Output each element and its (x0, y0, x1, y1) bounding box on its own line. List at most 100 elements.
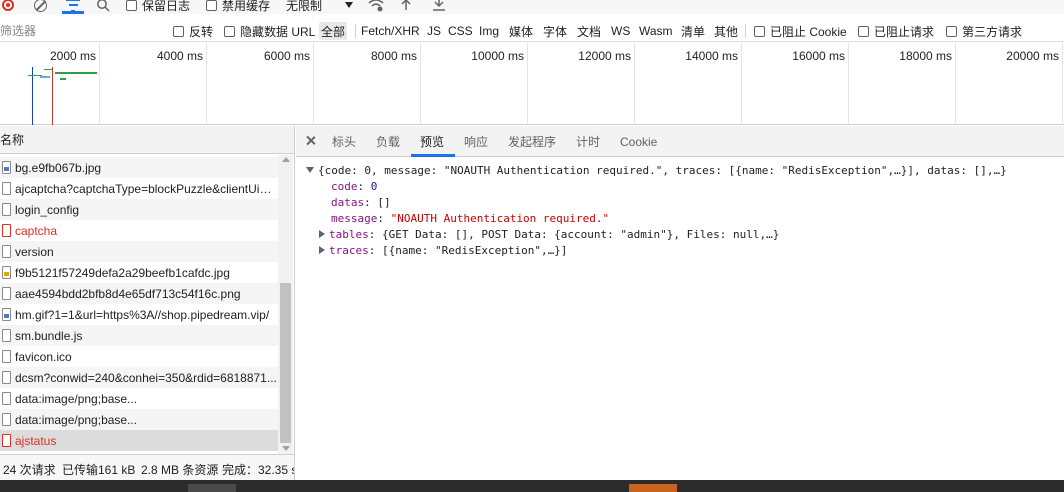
download-icon (433, 0, 445, 11)
table-row[interactable]: sm.bundle.js (0, 325, 278, 346)
request-list-scrollbar[interactable] (278, 155, 293, 454)
network-conditions-button[interactable] (368, 0, 384, 14)
third-party-checkbox[interactable]: 第三方请求 (946, 23, 1022, 39)
table-row[interactable]: ajstatus (0, 430, 278, 451)
tick-line (634, 43, 635, 125)
type-filter-fetch-xhr[interactable]: Fetch/XHR (359, 22, 422, 40)
table-row[interactable]: captcha (0, 220, 278, 241)
tick-label: 12000 ms (578, 49, 631, 63)
type-filter-manifest[interactable]: 清单 (679, 22, 707, 40)
taskbar (0, 480, 1064, 492)
timeline-overview[interactable]: 2000 ms 4000 ms 6000 ms 8000 ms 10000 ms… (0, 43, 1064, 125)
invert-label: 反转 (189, 24, 214, 39)
json-key: message (331, 212, 378, 225)
type-filter-media[interactable]: 媒体 (507, 22, 535, 40)
tick-line (741, 43, 742, 125)
tab-initiator[interactable]: 发起程序 (508, 126, 556, 157)
type-filter-ws[interactable]: WS (609, 22, 632, 40)
tab-cookies[interactable]: Cookie (620, 126, 657, 157)
image-file-icon (2, 161, 11, 174)
search-button[interactable] (96, 0, 110, 14)
json-property: message: "NOAUTH Authentication required… (331, 212, 610, 225)
type-filter-font[interactable]: 字体 (541, 22, 569, 40)
type-filter-doc[interactable]: 文档 (575, 22, 603, 40)
table-row[interactable]: favicon.ico (0, 346, 278, 367)
json-key: datas (331, 196, 365, 209)
search-icon (97, 0, 110, 12)
record-icon (2, 0, 14, 11)
tick-line (527, 43, 528, 125)
table-row[interactable]: hm.gif?1=1&url=https%3A//shop.pipedream.… (0, 304, 278, 325)
document-file-icon (2, 392, 11, 405)
request-name: aae4594bdd2bfb8d4e65df713c54f16c.png (15, 286, 241, 301)
import-har-button[interactable] (400, 0, 412, 14)
throttle-select[interactable]: 无限制 (286, 0, 322, 14)
table-row[interactable]: version (0, 241, 278, 262)
request-bar (44, 69, 52, 70)
table-row[interactable]: bg.e9fb067b.jpg (0, 157, 278, 178)
request-name: data:image/png;base... (15, 412, 138, 427)
tab-response[interactable]: 响应 (464, 126, 488, 157)
filter-input[interactable] (0, 21, 158, 41)
filter-icon (66, 0, 80, 11)
image-file-icon (2, 266, 11, 279)
checkbox-icon (858, 25, 869, 37)
taskbar-item[interactable] (188, 484, 236, 492)
collapsed-triangle-icon (319, 246, 325, 254)
name-column-label: 名称 (0, 133, 25, 147)
request-name: dcsm?conwid=240&conhei=350&rdid=6818871.… (15, 370, 277, 385)
request-count: 24 次请求 (3, 463, 56, 477)
type-filter-js[interactable]: JS (425, 22, 443, 40)
table-row[interactable]: dcsm?conwid=240&conhei=350&rdid=6818871.… (0, 367, 278, 388)
blocked-cookies-checkbox[interactable]: 已阻止 Cookie (754, 23, 847, 39)
invert-checkbox[interactable]: 反转 (173, 23, 213, 39)
wifi-settings-icon (368, 0, 384, 12)
document-file-icon (2, 371, 11, 384)
scroll-down-arrow-icon[interactable] (282, 446, 290, 451)
close-icon[interactable] (304, 134, 318, 148)
tab-timing[interactable]: 计时 (576, 126, 600, 157)
tick-line (955, 43, 956, 125)
throttle-dropdown-button[interactable] (344, 0, 354, 14)
document-file-icon (2, 245, 11, 258)
preserve-log-label: 保留日志 (142, 0, 191, 13)
table-row[interactable]: aae4594bdd2bfb8d4e65df713c54f16c.png (0, 283, 278, 304)
type-filter-img[interactable]: Img (477, 22, 501, 40)
table-row[interactable]: f9b5121f57249defa2a29beefb1cafdc.jpg (0, 262, 278, 283)
preserve-log-checkbox[interactable]: 保留日志 (126, 0, 190, 14)
disable-cache-checkbox[interactable]: 禁用缓存 (206, 0, 270, 14)
table-row[interactable]: data:image/png;base... (0, 409, 278, 430)
hide-data-urls-checkbox[interactable]: 隐藏数据 URL (224, 23, 315, 39)
checkbox-icon (173, 25, 184, 37)
table-row[interactable]: login_config (0, 199, 278, 220)
type-filter-wasm[interactable]: Wasm (637, 22, 675, 40)
scrollbar-thumb[interactable] (280, 283, 291, 443)
export-har-button[interactable] (432, 0, 446, 14)
type-filter-other[interactable]: 其他 (712, 22, 740, 40)
json-root-node[interactable]: {code: 0, message: "NOAUTH Authenticatio… (306, 163, 1007, 179)
clear-icon (34, 0, 47, 12)
tick-line (420, 43, 421, 125)
taskbar-item-active[interactable] (629, 484, 677, 492)
json-collapsed-node[interactable]: traces: [{name: "RedisException",…}] (319, 243, 567, 259)
tick-line (1062, 43, 1063, 125)
tab-headers[interactable]: 标头 (332, 126, 356, 157)
json-value: {GET Data: [], POST Data: {account: "adm… (382, 228, 780, 241)
table-row[interactable]: data:image/png;base... (0, 388, 278, 409)
tick-line (848, 43, 849, 125)
record-button[interactable] (2, 0, 14, 14)
tab-preview[interactable]: 预览 (420, 126, 444, 157)
json-collapsed-node[interactable]: tables: {GET Data: [], POST Data: {accou… (319, 227, 779, 243)
type-filter-css[interactable]: CSS (446, 22, 475, 40)
type-filter-all[interactable]: 全部 (319, 22, 348, 40)
tab-payload[interactable]: 负载 (376, 126, 400, 157)
checkbox-icon (206, 0, 217, 11)
clear-button[interactable] (34, 0, 47, 14)
checkbox-icon (224, 25, 235, 37)
scroll-up-arrow-icon[interactable] (282, 157, 290, 162)
tick-label: 10000 ms (471, 49, 524, 63)
name-column-header[interactable]: 名称 (0, 126, 294, 154)
blocked-requests-checkbox[interactable]: 已阻止请求 (858, 23, 934, 39)
third-party-label: 第三方请求 (962, 24, 1023, 39)
table-row[interactable]: ajcaptcha?captchaType=blockPuzzle&client… (0, 178, 278, 199)
